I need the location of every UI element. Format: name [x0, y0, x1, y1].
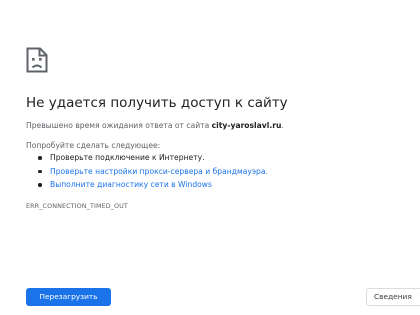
bullet-icon	[38, 169, 42, 174]
summary-suffix: .	[281, 121, 284, 130]
summary-prefix: Превышено время ожидания ответа от сайта	[26, 121, 212, 130]
suggestion-text: Проверьте подключение к Интернету.	[50, 153, 205, 162]
bullet-icon	[38, 156, 42, 160]
site-host: city-yaroslavl.ru	[211, 121, 282, 130]
network-diagnostics-link[interactable]: Выполните диагностику сети в Windows	[50, 180, 212, 189]
suggestion-run-diagnostics: Выполните диагностику сети в Windows	[38, 178, 268, 192]
sad-document-icon	[26, 47, 48, 73]
suggestion-check-connection: Проверьте подключение к Интернету.	[38, 151, 268, 165]
suggestion-check-proxy: Проверьте настройки прокси-сервера и бра…	[38, 165, 268, 179]
bullet-icon	[38, 183, 42, 187]
page-title: Не удается получить доступ к сайту	[26, 95, 288, 111]
error-summary: Превышено время ожидания ответа от сайта…	[26, 120, 284, 131]
error-code: ERR_CONNECTION_TIMED_OUT	[26, 202, 128, 210]
reload-button[interactable]: Перезагрузить	[26, 288, 111, 306]
error-page: Не удается получить доступ к сайту Превы…	[0, 0, 420, 315]
check-proxy-link[interactable]: Проверьте настройки прокси-сервера и бра…	[50, 167, 268, 176]
suggestions-list: Проверьте подключение к Интернету. Прове…	[38, 151, 268, 192]
suggestions-heading: Попробуйте сделать следующее:	[26, 141, 161, 150]
details-button[interactable]: Сведения	[366, 288, 420, 306]
